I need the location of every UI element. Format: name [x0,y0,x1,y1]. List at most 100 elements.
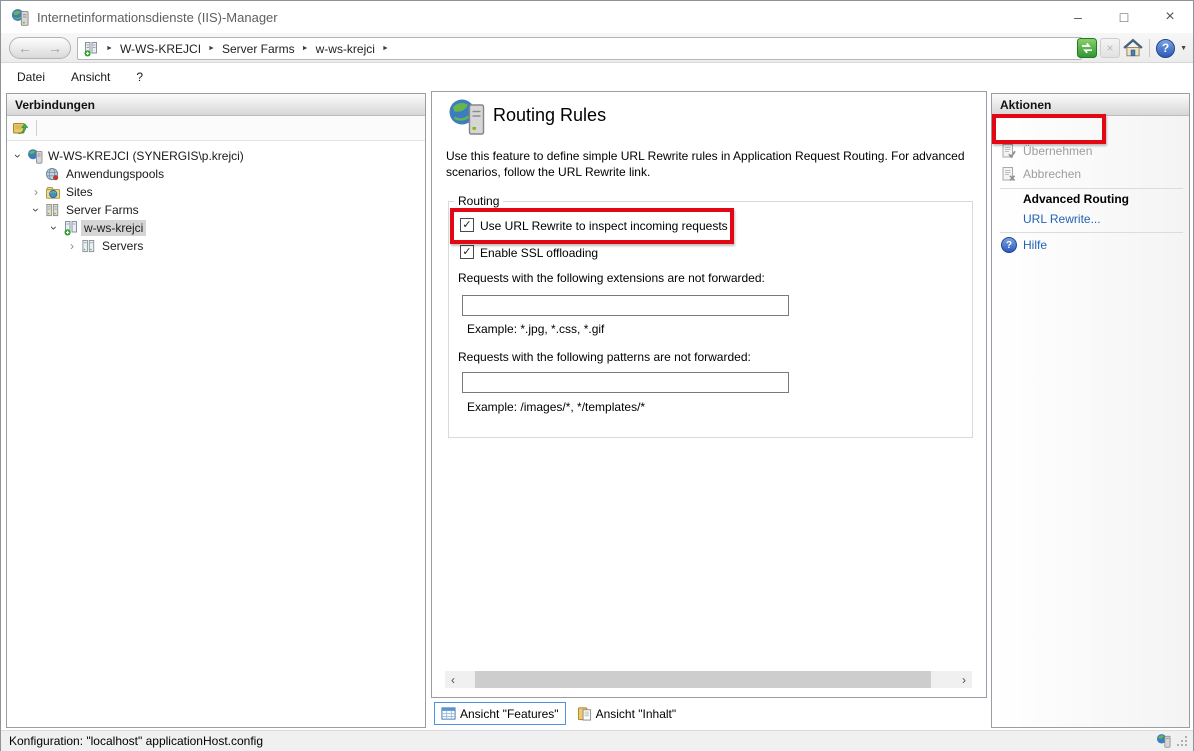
patterns-example: Example: /images/*, */templates/* [467,400,645,414]
resize-grip-icon[interactable] [1175,734,1189,748]
features-view-icon [441,706,456,721]
stop-icon: × [1107,41,1114,55]
connections-panel-header: Verbindungen [7,94,425,116]
horizontal-scrollbar[interactable]: ‹ › [445,671,972,688]
actions-panel: Aktionen Übernehmen Abbrechen Advan [991,93,1190,728]
actions-panel-header: Aktionen [992,94,1189,116]
chevron-down-icon[interactable]: › [12,149,24,163]
content-view-icon [577,706,592,721]
extensions-input[interactable] [462,295,789,316]
connections-toolbar [7,116,425,141]
breadcrumb[interactable]: ► W-WS-KREJCI ► Server Farms ► w-ws-krej… [77,37,1082,60]
ssl-offloading-checkbox-label[interactable]: Enable SSL offloading [480,246,598,260]
breadcrumb-item-server-farms[interactable]: Server Farms [222,42,295,56]
routing-groupbox-label: Routing [454,194,503,208]
advanced-routing-heading: Advanced Routing [1023,192,1129,206]
connections-title: Verbindungen [15,98,95,112]
feature-description: Use this feature to define simple URL Re… [446,148,971,180]
chevron-down-icon[interactable]: › [48,221,60,235]
forward-icon[interactable]: → [48,40,62,56]
minimize-button[interactable]: – [1055,1,1101,33]
menu-bar: Datei Ansicht ? [1,63,1193,91]
help-icon[interactable]: ? [1156,39,1175,58]
tree-label-sites[interactable]: Sites [63,184,96,200]
close-button[interactable]: × [1147,1,1193,33]
help-dropdown-caret-icon[interactable]: ▼ [1180,45,1187,52]
stop-button[interactable]: × [1100,38,1120,58]
tree-item-server-farms[interactable]: › Server Farms [7,201,425,219]
actions-title: Aktionen [1000,98,1051,112]
breadcrumb-separator-icon: ► [106,45,113,52]
servers-icon [80,238,97,254]
tree-label-w-ws-krejci[interactable]: w-ws-krejci [81,220,146,236]
maximize-button[interactable]: □ [1101,1,1147,33]
tab-content-view[interactable]: Ansicht "Inhalt" [571,703,683,724]
tree-item-anwendungspools[interactable]: Anwendungspools [7,165,425,183]
refresh-button[interactable] [1077,38,1097,58]
server-farm-node-icon [62,220,79,236]
chevron-right-icon[interactable]: › [29,186,43,198]
cancel-icon [1001,166,1017,182]
connections-tree: › W-WS-KREJCI (SYNERGIS\p.krejci) [7,141,425,255]
tree-label-servers[interactable]: Servers [99,238,146,254]
iis-manager-window: { "window": { "title": "Internetinformat… [0,0,1194,751]
scrollbar-thumb[interactable] [475,671,931,688]
help-action[interactable]: ? Hilfe [1001,237,1047,253]
breadcrumb-item-farm-name[interactable]: w-ws-krejci [316,42,375,56]
tree-label-server-root[interactable]: W-WS-KREJCI (SYNERGIS\p.krejci) [45,148,247,164]
toolbar-divider [1149,39,1150,57]
menu-datei[interactable]: Datei [7,66,55,88]
tree-label-anwendungspools[interactable]: Anwendungspools [63,166,167,182]
tab-features-view[interactable]: Ansicht "Features" [434,702,566,725]
cancel-button[interactable]: Abbrechen [1001,166,1081,182]
tree-item-servers[interactable]: › Servers [7,237,425,255]
page-title: Routing Rules [493,105,606,126]
scrollbar-track[interactable] [461,671,956,688]
server-host-icon [26,148,43,164]
tree-item-w-ws-krejci[interactable]: › w-ws-krejci [7,219,425,237]
scroll-left-icon[interactable]: ‹ [445,671,461,688]
menu-ansicht[interactable]: Ansicht [61,66,120,88]
url-rewrite-link[interactable]: URL Rewrite... [1023,212,1101,226]
toolbar-divider [36,120,37,136]
status-text: Konfiguration: "localhost" applicationHo… [9,734,263,748]
view-tabs: Ansicht "Features" Ansicht "Inhalt" [434,701,682,726]
apply-label: Übernehmen [1023,144,1092,158]
chevron-right-icon[interactable]: › [65,240,79,252]
tab-content-label: Ansicht "Inhalt" [596,707,677,721]
annotation-box-apply-button [992,114,1106,144]
ssl-offloading-checkbox[interactable]: ✓ [460,245,474,259]
help-glyph: ? [1006,240,1012,251]
title-bar: Internetinformationsdienste (IIS)-Manage… [1,1,1193,33]
home-button[interactable] [1123,38,1143,58]
patterns-label: Requests with the following patterns are… [458,350,751,364]
breadcrumb-separator-icon: ► [382,45,389,52]
tab-features-label: Ansicht "Features" [460,707,559,721]
patterns-input[interactable] [462,372,789,393]
server-farms-icon [44,202,61,218]
breadcrumb-item-server[interactable]: W-WS-KREJCI [120,42,201,56]
routing-rules-icon [447,97,487,137]
back-icon[interactable]: ← [18,40,32,56]
save-connection-icon[interactable] [12,120,28,136]
window-title: Internetinformationsdienste (IIS)-Manage… [37,10,278,25]
tree-item-sites[interactable]: › Sites [7,183,425,201]
status-bar: Konfiguration: "localhost" applicationHo… [1,730,1193,751]
breadcrumb-separator-icon: ► [208,45,215,52]
tree-item-server-root[interactable]: › W-WS-KREJCI (SYNERGIS\p.krejci) [7,147,425,165]
menu-hilfe[interactable]: ? [126,66,153,88]
help-glyph: ? [1162,41,1169,55]
iis-status-icon [1156,733,1171,748]
cancel-label: Abbrechen [1023,167,1081,181]
scroll-right-icon[interactable]: › [956,671,972,688]
chevron-down-icon[interactable]: › [30,203,42,217]
address-bar-row: ← → ► W-WS-KREJCI ► Server Farms ► w-ws-… [1,33,1193,63]
tree-label-server-farms[interactable]: Server Farms [63,202,142,218]
extensions-label: Requests with the following extensions a… [458,271,765,285]
check-icon: ✓ [462,247,471,258]
help-icon: ? [1001,237,1017,253]
apply-button[interactable]: Übernehmen [1001,143,1092,159]
sites-folder-icon [44,184,61,200]
application-pools-icon [44,166,61,182]
extensions-example: Example: *.jpg, *.css, *.gif [467,322,604,336]
